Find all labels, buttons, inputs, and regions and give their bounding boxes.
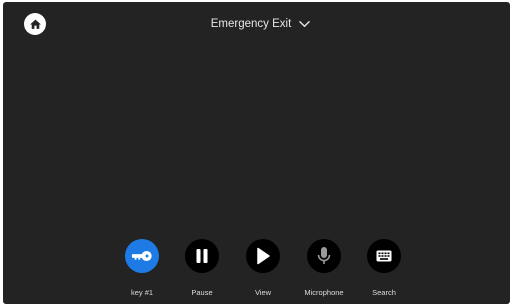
play-icon [257,247,270,265]
microphone-button[interactable] [307,239,341,273]
search-control: Search [349,239,419,297]
pause-button[interactable] [185,239,219,273]
pause-control: Pause [167,239,237,297]
pause-icon [196,249,208,263]
camera-title: Emergency Exit [210,18,292,30]
microphone-label: Microphone [304,288,344,297]
pause-label: Pause [191,288,213,297]
keyboard-icon [376,250,392,262]
key-label: key #1 [130,288,154,297]
key-button[interactable] [125,239,159,273]
control-bar: key #1 Pause View Microphone Search [3,239,510,299]
header: Emergency Exit [3,16,510,32]
search-button[interactable] [367,239,401,273]
microphone-icon [317,247,331,264]
video-screen: Emergency Exit key #1 Pause View Microph… [3,2,510,304]
camera-selector[interactable]: Emergency Exit [211,16,311,32]
view-button[interactable] [246,239,280,273]
search-label: Search [372,288,396,297]
chevron-down-icon [299,21,311,28]
view-label: View [254,288,272,297]
key-icon [131,250,152,262]
view-control: View [228,239,298,297]
